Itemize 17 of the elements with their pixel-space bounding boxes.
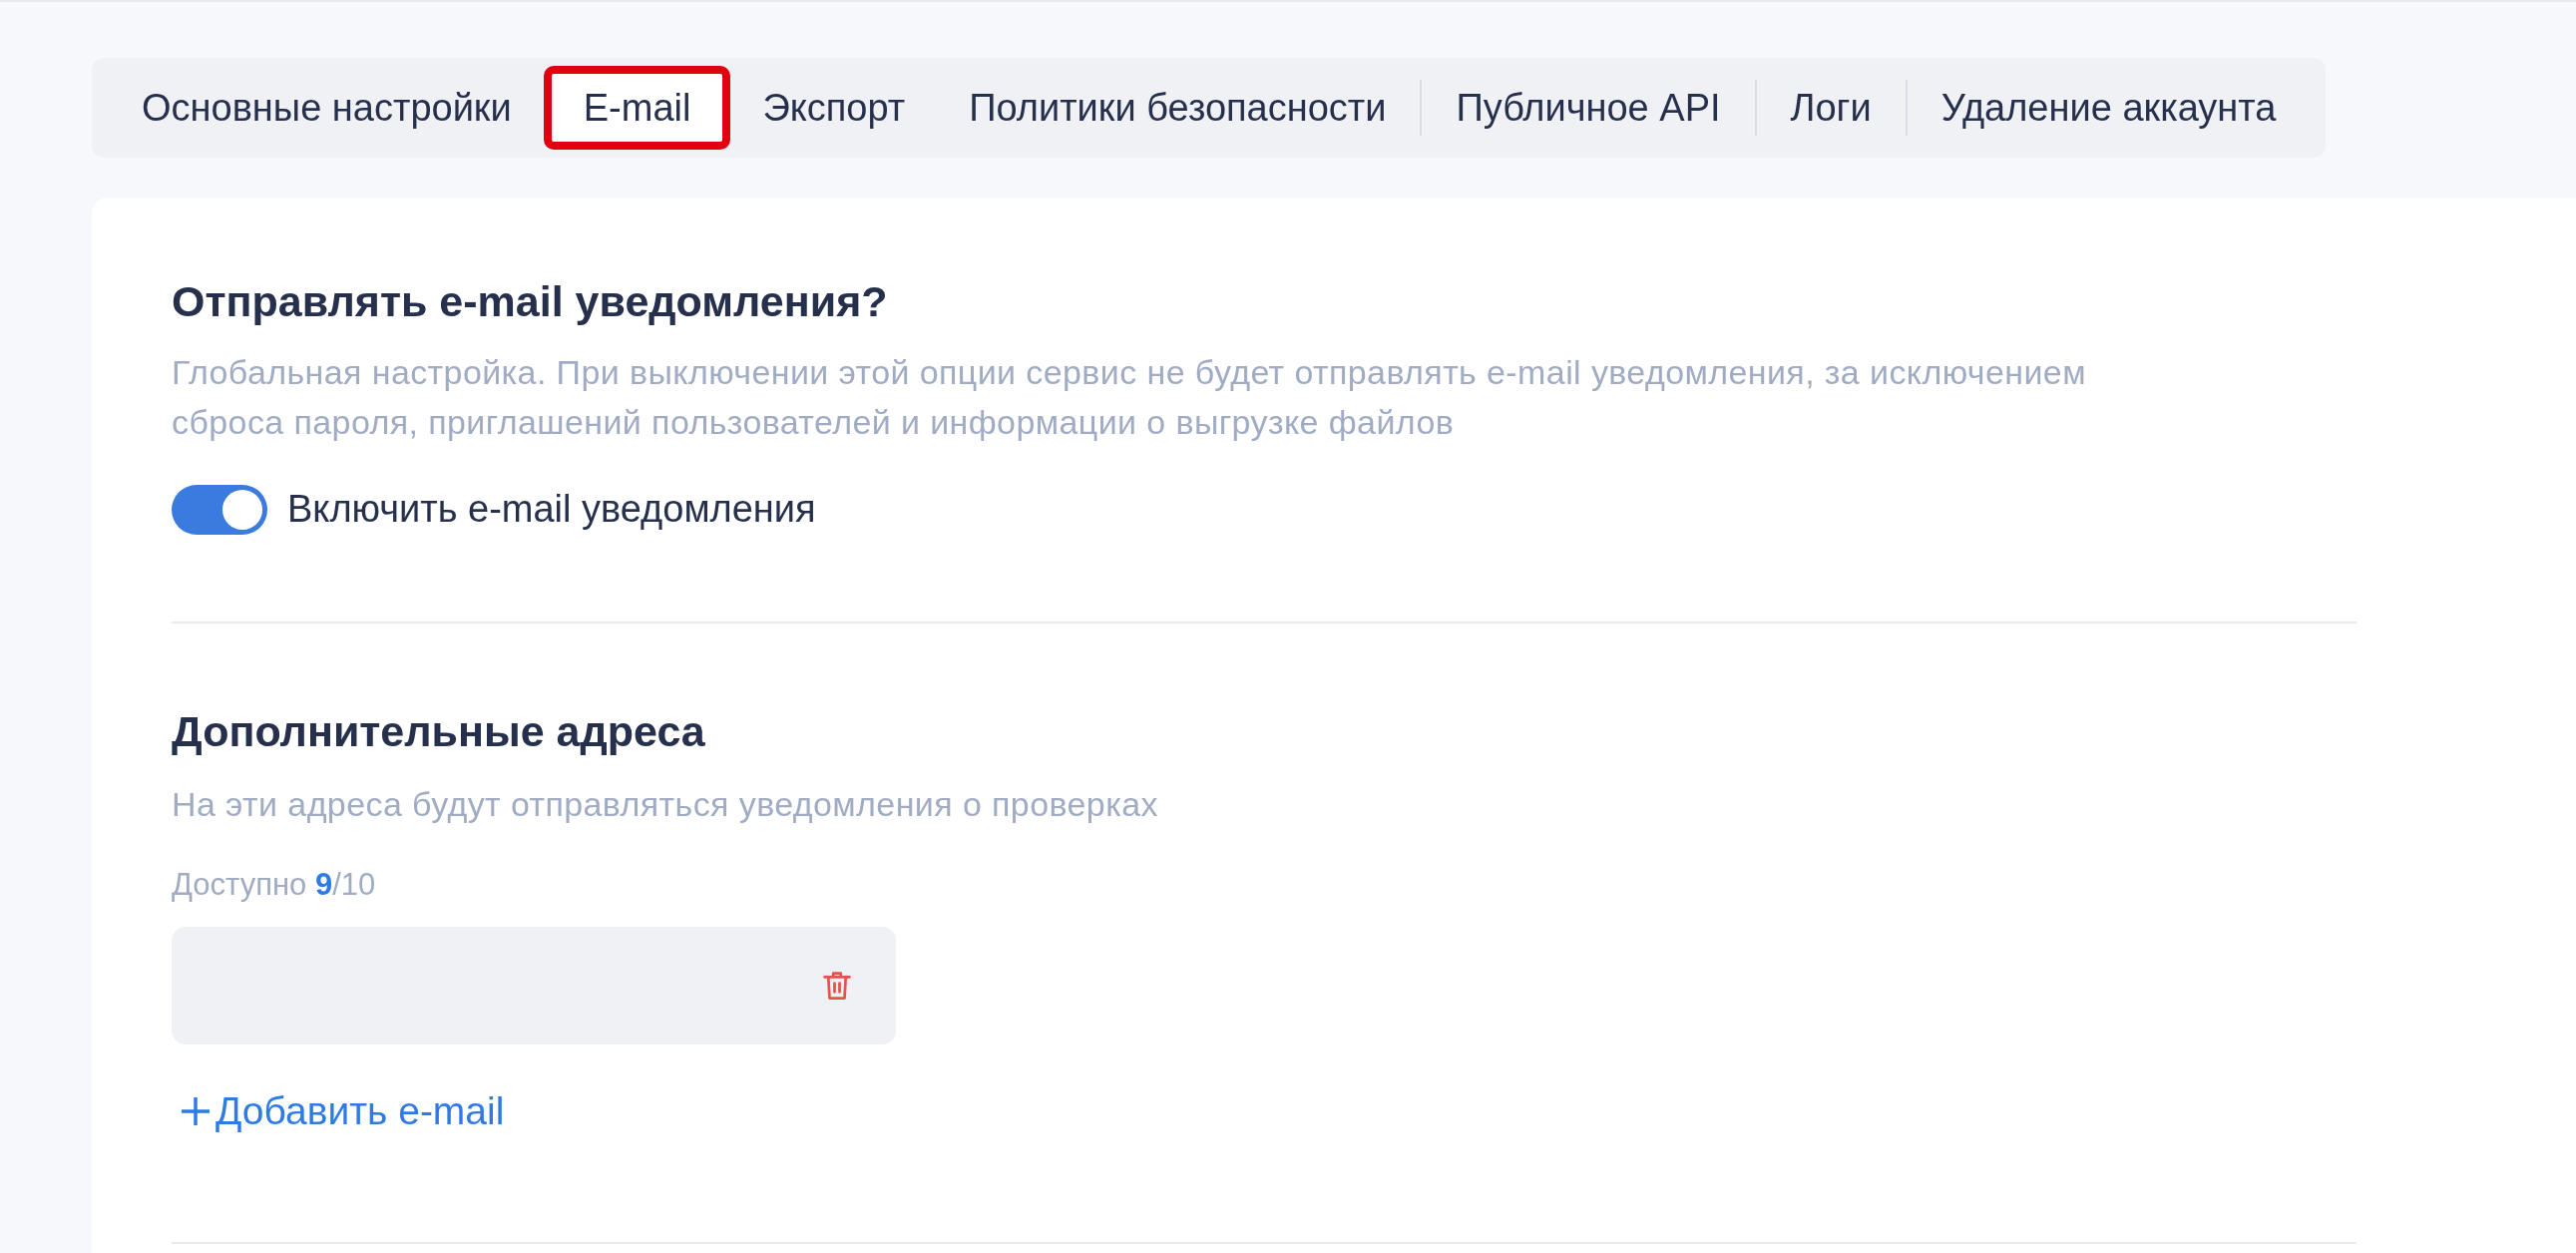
tab[interactable]: Публичное API xyxy=(1424,66,1753,150)
email-input-field[interactable] xyxy=(172,926,896,1044)
section-title: Отправлять e-mail уведомления? xyxy=(172,276,889,327)
available-count: Доступно 9/10 xyxy=(172,866,377,904)
add-email-link[interactable]: Добавить e-mail xyxy=(180,1081,505,1140)
tab[interactable]: Экспорт xyxy=(730,66,938,150)
tab[interactable]: Политики безопасности xyxy=(937,66,1419,150)
section-description: Глобальная настройка. При выключении этой опции сервис не будет отправлять e-mail уведомления, за исключением сброса пароля, приглашений пользователей и информации о выгрузке файлов xyxy=(172,352,2087,443)
section-title: Дополнительные адреса xyxy=(172,706,706,757)
tab[interactable]: E-mail xyxy=(543,66,731,150)
tab[interactable]: Удаление аккаунта xyxy=(1909,66,2309,150)
plus-icon xyxy=(180,1094,212,1127)
toggle-label: Включить e-mail уведомления xyxy=(287,487,816,532)
toggle-switch[interactable] xyxy=(172,484,267,535)
tab[interactable]: Логи xyxy=(1758,66,1904,150)
tab[interactable]: Основные настройки xyxy=(110,66,544,150)
section-description: На эти адреса будут отправляться уведомления о проверках xyxy=(172,784,1159,825)
